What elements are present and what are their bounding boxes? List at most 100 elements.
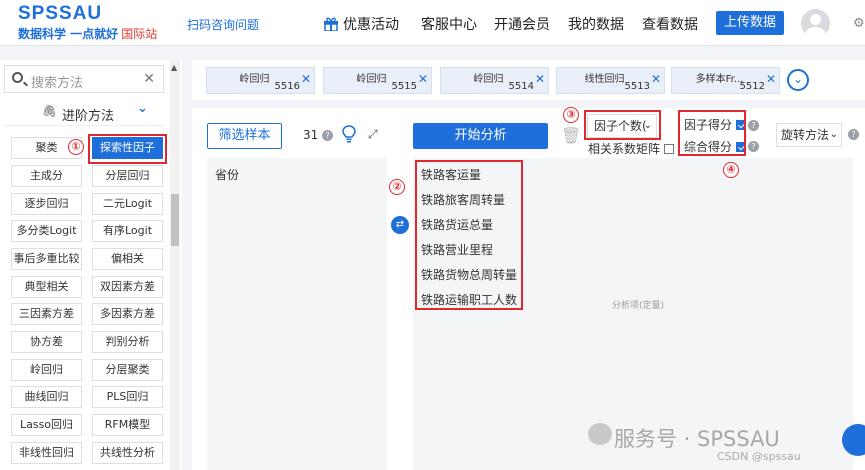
- method-button[interactable]: 岭回归: [11, 359, 82, 381]
- method-button[interactable]: 三因素方差: [11, 303, 82, 325]
- close-icon[interactable]: ✕: [651, 72, 661, 86]
- method-button[interactable]: 主成分: [11, 165, 82, 187]
- history-tab[interactable]: 岭回归 5516 ✕: [206, 67, 315, 94]
- help-icon[interactable]: ?: [322, 130, 334, 141]
- method-button[interactable]: Lasso回归: [11, 414, 82, 436]
- history-tabs: 岭回归 5516 ✕ 岭回归 5515 ✕ 岭回归 5514 ✕ 线性回归 55…: [192, 60, 865, 100]
- corr-matrix-option[interactable]: 相关系数矩阵: [588, 140, 674, 157]
- rotation-method-select[interactable]: 旋转方法 ⌄: [776, 123, 842, 147]
- panel-placeholder: 分析项(定量): [612, 301, 665, 311]
- method-button[interactable]: 多因素方差: [92, 303, 163, 325]
- annotation-4: ④: [723, 162, 739, 178]
- method-button[interactable]: 曲线回归: [11, 386, 82, 408]
- filter-sample-button[interactable]: 筛选样本: [207, 123, 282, 149]
- method-button[interactable]: 双因素方差: [92, 276, 163, 298]
- method-button[interactable]: 典型相关: [11, 276, 82, 298]
- method-button[interactable]: 偏相关: [92, 248, 163, 270]
- method-button[interactable]: PLS回归: [92, 386, 163, 408]
- search-placeholder: 搜索方法: [31, 76, 84, 91]
- corr-matrix-checkbox[interactable]: [663, 144, 674, 154]
- nav-promotions-label: 优惠活动: [343, 17, 399, 33]
- method-button[interactable]: 逐步回归: [11, 193, 82, 215]
- search-icon: [12, 72, 23, 83]
- lightbulb-icon[interactable]: [342, 125, 356, 143]
- top-bar: SPSSAU 数据科学 一点就好 国际站 扫码咨询问题 优惠活动 客服中心 开通会…: [0, 0, 865, 46]
- method-sidebar: 搜索方法 ✕ 🖇 进阶方法 ⌄ 聚类 探索性因子 主成分 分层回归 逐步回归 二…: [0, 60, 182, 470]
- close-icon[interactable]: ✕: [766, 72, 776, 86]
- sidebar-scrollbar[interactable]: ▲: [170, 60, 180, 470]
- nav-promotions[interactable]: 优惠活动: [323, 14, 399, 34]
- history-tab[interactable]: 岭回归 5514 ✕: [440, 67, 549, 94]
- avatar[interactable]: [801, 9, 830, 38]
- tab-number: 5514: [508, 81, 534, 92]
- history-tab[interactable]: 多样本Fr... 5512 ✕: [671, 67, 780, 94]
- help-icon[interactable]: ?: [748, 141, 759, 152]
- close-icon[interactable]: ✕: [535, 72, 545, 86]
- advanced-methods-header[interactable]: 🖇 进阶方法 ⌄: [4, 100, 164, 126]
- method-button[interactable]: 多分类Logit: [11, 220, 82, 242]
- method-button[interactable]: 有序Logit: [92, 220, 163, 242]
- swap-icon[interactable]: ⇄: [391, 216, 409, 234]
- chevron-down-icon: ⌄: [829, 129, 838, 140]
- highlight-box-1: [88, 134, 167, 164]
- method-button[interactable]: 协方差: [11, 331, 82, 353]
- variable-list[interactable]: 省份: [207, 158, 387, 470]
- search-input[interactable]: 搜索方法 ✕: [4, 65, 164, 93]
- count-value: 31: [303, 128, 319, 142]
- help-icon[interactable]: ?: [848, 129, 859, 140]
- history-tab[interactable]: 线性回归 5513 ✕: [556, 67, 665, 94]
- start-analysis-button[interactable]: 开始分析: [413, 123, 548, 149]
- method-button[interactable]: 非线性回归: [11, 442, 82, 464]
- nav-membership[interactable]: 开通会员: [494, 14, 550, 34]
- csdn-watermark: CSDN @spssau: [717, 450, 801, 463]
- upload-data-button[interactable]: 上传数据: [716, 11, 784, 35]
- annotation-3: ③: [563, 107, 579, 123]
- watermark-text: 服务号 · SPSSAU: [614, 427, 780, 451]
- intl-link[interactable]: 国际站: [121, 27, 157, 41]
- expand-icon[interactable]: ⤢: [368, 127, 378, 142]
- advanced-methods-label: 进阶方法: [62, 109, 115, 124]
- history-tab[interactable]: 岭回归 5515 ✕: [323, 67, 432, 94]
- tab-number: 5516: [274, 81, 300, 92]
- analysis-workspace: 筛选样本 31 ? ⤢ 省份 ⇄ 开始分析 🗑 铁路客运量 铁路旅客周转量 铁路…: [192, 108, 865, 470]
- method-button[interactable]: 共线性分析: [92, 442, 163, 464]
- tab-number: 5515: [391, 81, 417, 92]
- highlight-box-2: [415, 160, 523, 310]
- logo[interactable]: SPSSAU: [18, 3, 102, 25]
- tab-number: 5513: [624, 81, 650, 92]
- clear-icon[interactable]: ✕: [143, 71, 155, 87]
- gift-icon: [324, 17, 338, 31]
- chevron-down-icon: ⌄: [137, 101, 148, 116]
- highlight-box-4: [678, 110, 746, 156]
- paperclip-icon: 🖇: [42, 104, 58, 118]
- slogan-text: 数据科学 一点就好: [18, 27, 119, 41]
- scan-consult-link[interactable]: 扫码咨询问题: [187, 16, 259, 33]
- nav-service-center[interactable]: 客服中心: [421, 14, 477, 34]
- corr-matrix-label: 相关系数矩阵: [588, 142, 661, 156]
- method-button[interactable]: RFM模型: [92, 414, 163, 436]
- method-button[interactable]: 事后多重比较: [11, 248, 82, 270]
- wechat-icon: [588, 423, 612, 445]
- nav-my-data[interactable]: 我的数据: [568, 14, 624, 34]
- variable-count: 31 ?: [303, 128, 334, 142]
- annotation-2: ②: [389, 179, 405, 195]
- highlight-box-3: [584, 110, 661, 140]
- scroll-up-icon[interactable]: ▲: [171, 63, 177, 72]
- tab-number: 5512: [739, 81, 765, 92]
- help-icon[interactable]: ?: [748, 120, 759, 131]
- chevron-down-icon[interactable]: ⌄: [787, 69, 809, 91]
- logo-slogan: 数据科学 一点就好 国际站: [18, 25, 157, 42]
- close-icon[interactable]: ✕: [301, 72, 311, 86]
- method-button[interactable]: 判别分析: [92, 331, 163, 353]
- rotation-method-label: 旋转方法: [781, 128, 830, 142]
- annotation-1: ①: [68, 139, 84, 155]
- scrollbar-thumb[interactable]: [171, 194, 179, 246]
- method-button[interactable]: 二元Logit: [92, 193, 163, 215]
- gear-icon[interactable]: ⚙: [853, 16, 865, 31]
- variable-item[interactable]: 省份: [215, 166, 239, 183]
- method-button[interactable]: 分层聚类: [92, 359, 163, 381]
- method-button[interactable]: 分层回归: [92, 165, 163, 187]
- trash-icon[interactable]: 🗑: [561, 126, 581, 145]
- close-icon[interactable]: ✕: [418, 72, 428, 86]
- nav-view-data[interactable]: 查看数据: [642, 14, 698, 34]
